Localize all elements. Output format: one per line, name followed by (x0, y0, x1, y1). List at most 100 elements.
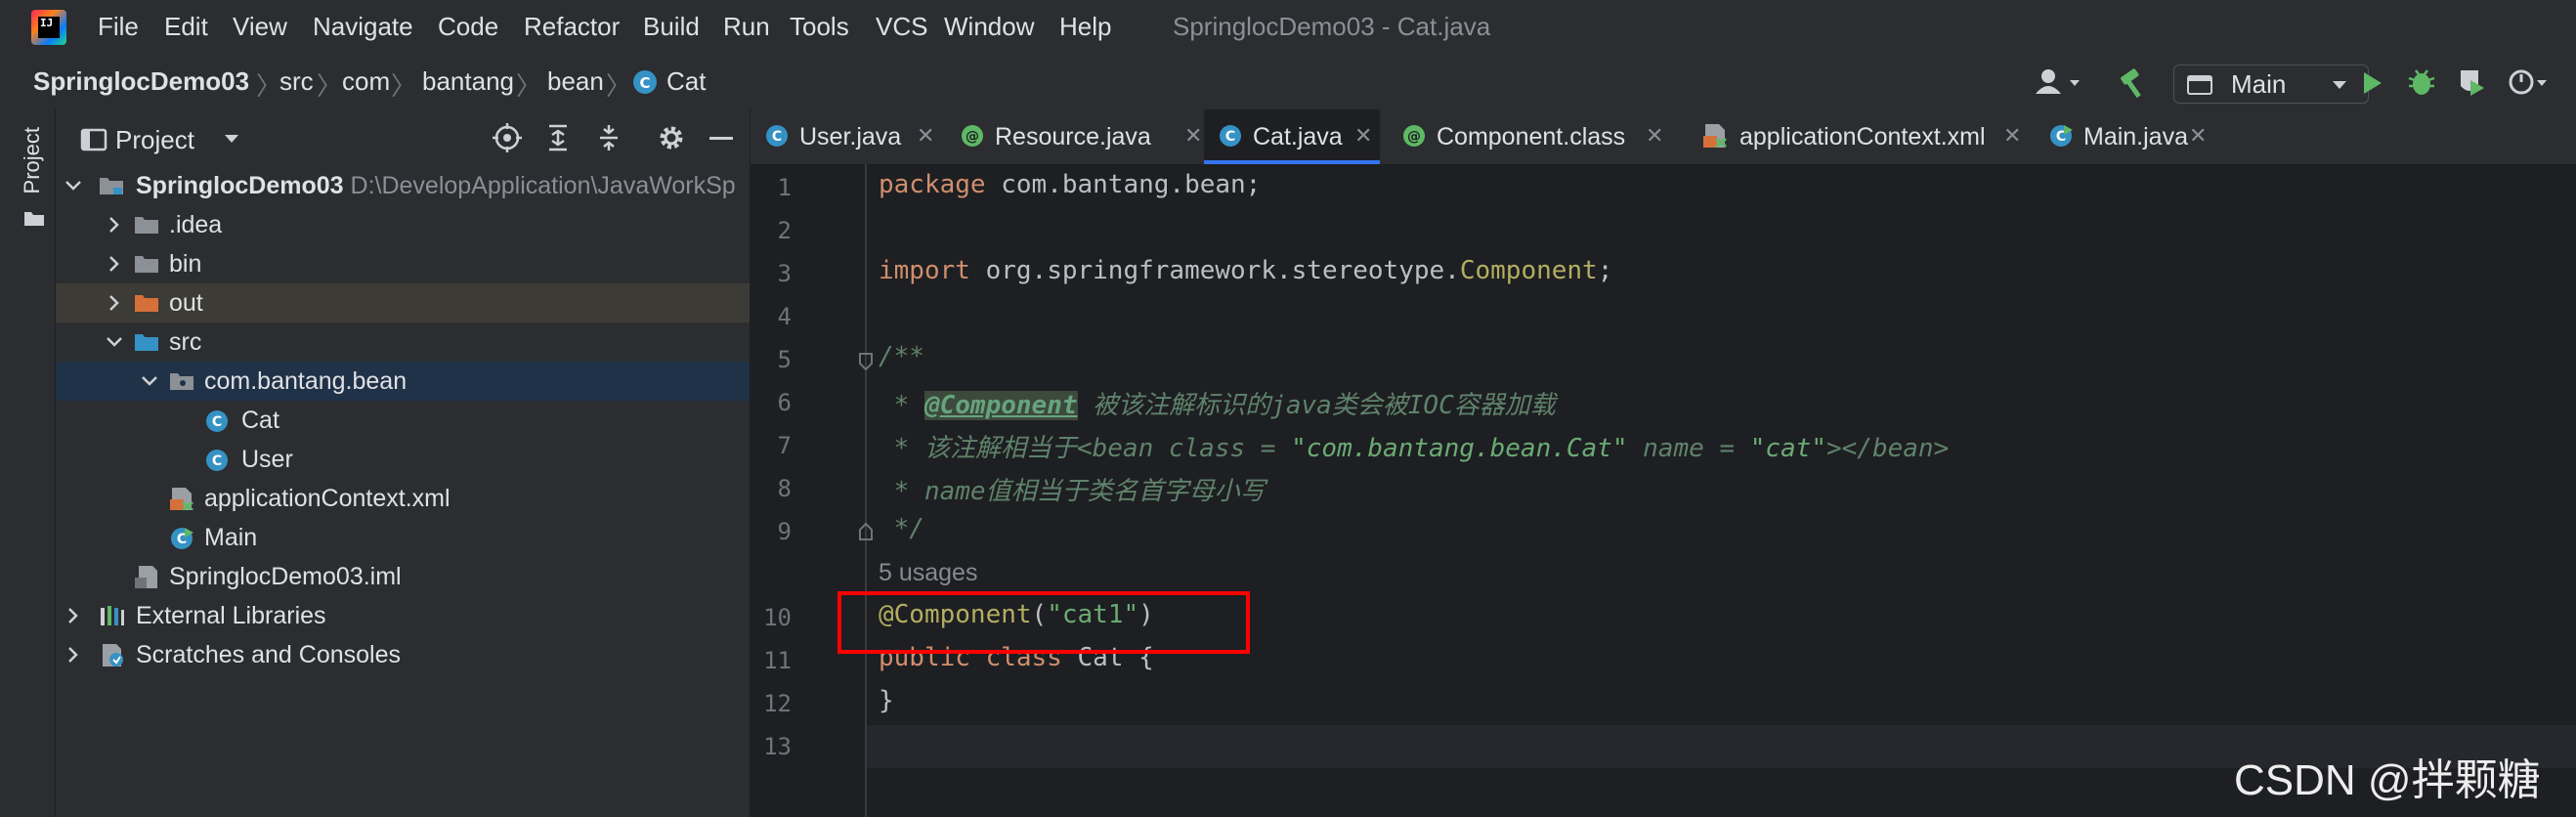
tree-item-package[interactable]: com.bantang.bean (56, 362, 750, 401)
menu-navigate[interactable]: Navigate (313, 12, 413, 42)
svg-text:@: @ (966, 129, 979, 145)
chevron-right-icon[interactable] (64, 645, 83, 665)
fold-marker-icon[interactable] (858, 352, 874, 371)
menu-refactor[interactable]: Refactor (524, 12, 620, 42)
select-opened-file-icon[interactable] (493, 123, 522, 152)
folder-icon (135, 256, 158, 273)
line-number: 10 (763, 604, 792, 631)
tab-application-context[interactable]: applicationContext.xml ✕ (1689, 109, 2021, 164)
tab-label: applicationContext.xml (1739, 123, 1986, 150)
profile-icon[interactable] (2508, 66, 2551, 98)
coverage-icon[interactable] (2457, 66, 2488, 98)
tree-item-bin[interactable]: bin (56, 244, 750, 283)
menu-view[interactable]: View (233, 12, 287, 42)
xml-file-icon (1703, 124, 1727, 149)
tree-item-iml[interactable]: SpringlocDemo03.iml (56, 557, 750, 596)
tree-item-scratches[interactable]: Scratches and Consoles (56, 635, 750, 674)
close-icon[interactable]: ✕ (2003, 123, 2021, 149)
close-icon[interactable]: ✕ (1184, 123, 1202, 149)
tab-cat-java[interactable]: C Cat.java ✕ (1204, 109, 1380, 164)
svg-text:@: @ (1407, 129, 1421, 145)
menu-edit[interactable]: Edit (164, 12, 208, 42)
breadcrumb-src[interactable]: src (279, 66, 314, 97)
user-icon[interactable] (2033, 66, 2087, 100)
collapse-all-icon[interactable] (594, 123, 623, 152)
package-icon (170, 373, 193, 390)
watermark: CSDN @拌颗糖 (2234, 756, 2541, 804)
menu-code[interactable]: Code (438, 12, 498, 42)
breadcrumb-separator: 〉 (516, 71, 542, 101)
tab-component-class[interactable]: @ Component.class ✕ (1388, 109, 1681, 164)
navigation-bar: SpringlocDemo03 〉 src 〉 com 〉 bantang 〉 … (0, 57, 2576, 110)
expand-all-icon[interactable] (543, 123, 573, 152)
tab-label: Component.class (1437, 123, 1626, 150)
menu-vcs[interactable]: VCS (876, 12, 927, 42)
breadcrumb-bantang[interactable]: bantang (422, 66, 514, 97)
string-literal: "com.bantang.bean.Cat" (1291, 434, 1628, 463)
chevron-down-icon[interactable] (64, 176, 83, 195)
menu-file[interactable]: File (98, 12, 139, 42)
project-view-icon (80, 127, 107, 152)
hide-panel-icon[interactable] (709, 137, 733, 140)
line-number: 7 (777, 432, 792, 459)
project-tool-window-button[interactable]: Project (20, 127, 45, 194)
folder-icon[interactable] (23, 209, 45, 227)
breadcrumb-bean[interactable]: bean (547, 66, 604, 97)
code-text: * 该注解相当于<bean class = (879, 434, 1292, 463)
chevron-right-icon[interactable] (105, 254, 124, 274)
build-hammer-icon[interactable] (2117, 66, 2150, 100)
menu-window[interactable]: Window (944, 12, 1034, 42)
breadcrumb-project[interactable]: SpringlocDemo03 (33, 66, 249, 97)
close-icon[interactable]: ✕ (1354, 123, 1372, 149)
iml-file-icon (135, 566, 157, 588)
tree-item-external-libraries[interactable]: External Libraries (56, 596, 750, 635)
window-title: SpringlocDemo03 - Cat.java (1173, 12, 1491, 41)
close-icon[interactable]: ✕ (2189, 123, 2207, 149)
tree-item-project-root[interactable]: SpringlocDemo03 D:\DevelopApplication\Ja… (56, 166, 750, 205)
tree-label: SpringlocDemo03 D:\DevelopApplication\Ja… (136, 172, 736, 200)
run-icon[interactable] (2357, 68, 2386, 98)
tab-user-java[interactable]: C User.java ✕ (751, 109, 942, 164)
tree-item-src[interactable]: src (56, 322, 750, 362)
project-path: D:\DevelopApplication\JavaWorkSp (350, 172, 736, 199)
fold-marker-icon[interactable] (858, 522, 874, 541)
intellij-logo-icon[interactable]: IJ (31, 10, 66, 45)
chevron-down-icon[interactable] (140, 371, 159, 391)
line-number: 4 (777, 303, 792, 330)
menu-help[interactable]: Help (1059, 12, 1111, 42)
annotation-icon: @ (962, 125, 983, 147)
tree-item-idea[interactable]: .idea (56, 205, 750, 244)
tree-label: Cat (241, 407, 279, 434)
debug-icon[interactable] (2406, 66, 2437, 98)
tree-item-cat[interactable]: C Cat (56, 401, 750, 440)
gear-icon[interactable] (657, 123, 686, 152)
annotation-class: Component (1459, 256, 1598, 285)
javadoc-tag: @Component (923, 391, 1078, 420)
run-configuration-select[interactable]: Main (2173, 64, 2369, 104)
code-text: org.springframework.stereotype. (969, 256, 1460, 285)
tab-main-java[interactable]: C Main.java ✕ (2037, 109, 2212, 164)
menu-tools[interactable]: Tools (790, 12, 849, 42)
chevron-right-icon[interactable] (64, 606, 83, 625)
breadcrumb-cat[interactable]: Cat (666, 66, 706, 97)
tree-item-user[interactable]: C User (56, 440, 750, 479)
tab-label: Main.java (2083, 123, 2188, 150)
class-icon: C (206, 410, 228, 432)
tree-label: out (169, 289, 203, 317)
menu-run[interactable]: Run (723, 12, 770, 42)
chevron-right-icon[interactable] (105, 293, 124, 313)
chevron-right-icon[interactable] (105, 215, 124, 235)
tree-item-application-context[interactable]: applicationContext.xml (56, 479, 750, 518)
breadcrumb-com[interactable]: com (342, 66, 390, 97)
svg-text:C: C (212, 453, 222, 469)
close-icon[interactable]: ✕ (917, 123, 934, 149)
project-panel-title[interactable]: Project (115, 125, 194, 155)
usages-hint[interactable]: 5 usages (879, 559, 977, 587)
tree-item-out[interactable]: out (56, 283, 750, 322)
chevron-down-icon[interactable] (223, 133, 240, 145)
menu-build[interactable]: Build (643, 12, 700, 42)
chevron-down-icon[interactable] (105, 332, 124, 352)
close-icon[interactable]: ✕ (1646, 123, 1663, 149)
tree-label: .idea (169, 211, 223, 238)
tree-item-main[interactable]: C Main (56, 518, 750, 557)
